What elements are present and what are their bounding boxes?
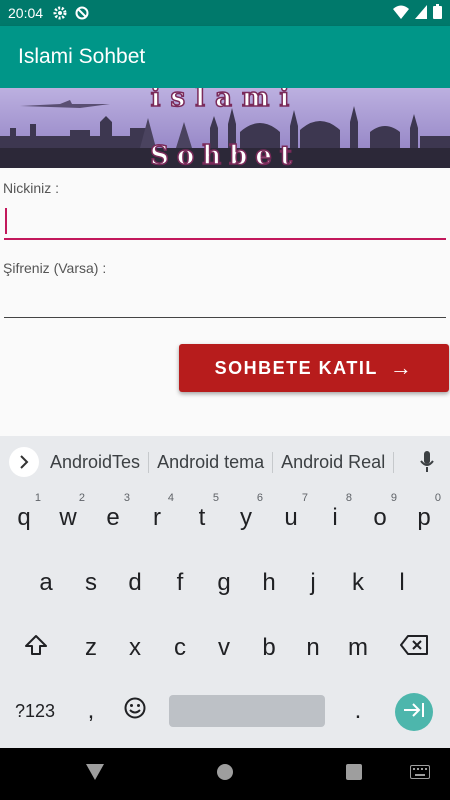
suggestion-1[interactable]: AndroidTes [42, 451, 150, 473]
recents-button[interactable] [324, 748, 384, 800]
nickname-underline [4, 238, 446, 240]
key-g[interactable]: g [202, 556, 246, 610]
key-r[interactable]: r4 [135, 491, 179, 545]
key-t[interactable]: t5 [180, 491, 224, 545]
key-d[interactable]: d [113, 556, 157, 610]
key-f[interactable]: f [158, 556, 202, 610]
backspace-icon [400, 634, 428, 662]
key-y[interactable]: y6 [224, 491, 268, 545]
home-circle-icon [216, 763, 234, 786]
text-cursor [5, 208, 7, 234]
battery-icon [433, 4, 442, 22]
banner-title-line1: islami [150, 88, 300, 113]
key-k[interactable]: k [336, 556, 380, 610]
key-u[interactable]: u7 [269, 491, 313, 545]
tab-arrow-icon [403, 702, 425, 723]
suggestion-2[interactable]: Android tema [149, 451, 274, 473]
key-q[interactable]: q1 [2, 491, 46, 545]
backspace-key[interactable] [392, 621, 436, 675]
key-x[interactable]: x [113, 621, 157, 675]
key-p[interactable]: p0 [402, 491, 446, 545]
key-a[interactable]: a [24, 556, 68, 610]
banner-title-line2: Sohbet [149, 141, 300, 168]
signal-icon [415, 4, 427, 22]
status-time: 20:04 [8, 5, 44, 21]
password-underline [4, 317, 446, 318]
shift-icon [24, 634, 48, 663]
emoji-icon [124, 697, 146, 726]
suggestion-strip: AndroidTes Android tema Android Real [0, 436, 450, 488]
password-input[interactable] [4, 279, 446, 317]
back-button[interactable] [65, 748, 125, 800]
key-b[interactable]: b [247, 621, 291, 675]
password-label: Şifreniz (Varsa) : [3, 260, 107, 276]
wifi-icon [393, 5, 409, 22]
data-saver-icon [75, 6, 89, 20]
key-h[interactable]: h [247, 556, 291, 610]
key-l[interactable]: l [380, 556, 424, 610]
key-j[interactable]: j [291, 556, 335, 610]
key-o[interactable]: o9 [358, 491, 402, 545]
key-c[interactable]: c [158, 621, 202, 675]
comma-key[interactable]: , [69, 684, 113, 738]
key-n[interactable]: n [291, 621, 335, 675]
keyboard-switch-button[interactable] [390, 748, 450, 800]
nickname-input[interactable] [4, 201, 446, 239]
space-key[interactable] [169, 695, 325, 727]
key-z[interactable]: z [69, 621, 113, 675]
period-key[interactable]: . [336, 684, 380, 738]
join-chat-label: SOHBETE KATIL [214, 357, 378, 378]
app-title: Islami Sohbet [18, 45, 146, 68]
symbols-key[interactable]: ?123 [6, 684, 64, 738]
key-i[interactable]: i8 [313, 491, 357, 545]
key-v[interactable]: v [202, 621, 246, 675]
settings-gear-icon [53, 6, 67, 20]
suggestion-3[interactable]: Android Real [273, 451, 395, 473]
key-m[interactable]: m [336, 621, 380, 675]
key-e[interactable]: e3 [91, 491, 135, 545]
next-field-key[interactable] [395, 693, 433, 731]
recents-square-icon [346, 763, 362, 785]
microphone-icon[interactable] [418, 449, 436, 475]
nickname-label: Nickiniz : [3, 180, 60, 196]
keyboard-icon [410, 764, 430, 784]
arrow-right-icon: → [389, 355, 414, 380]
key-s[interactable]: s [69, 556, 113, 610]
join-chat-button[interactable]: SOHBETE KATIL → [179, 344, 449, 392]
status-bar: 20:04 [0, 0, 450, 26]
navigation-bar [0, 748, 450, 800]
shift-key[interactable] [14, 621, 58, 675]
chevron-right-icon[interactable] [9, 447, 39, 477]
banner-image: islami Sohbet [0, 88, 450, 168]
soft-keyboard: AndroidTes Android tema Android Real q1 … [0, 436, 450, 748]
key-w[interactable]: w2 [46, 491, 90, 545]
emoji-key[interactable] [113, 684, 157, 738]
app-bar: Islami Sohbet [0, 26, 450, 88]
back-triangle-icon [85, 763, 105, 786]
home-button[interactable] [195, 748, 255, 800]
